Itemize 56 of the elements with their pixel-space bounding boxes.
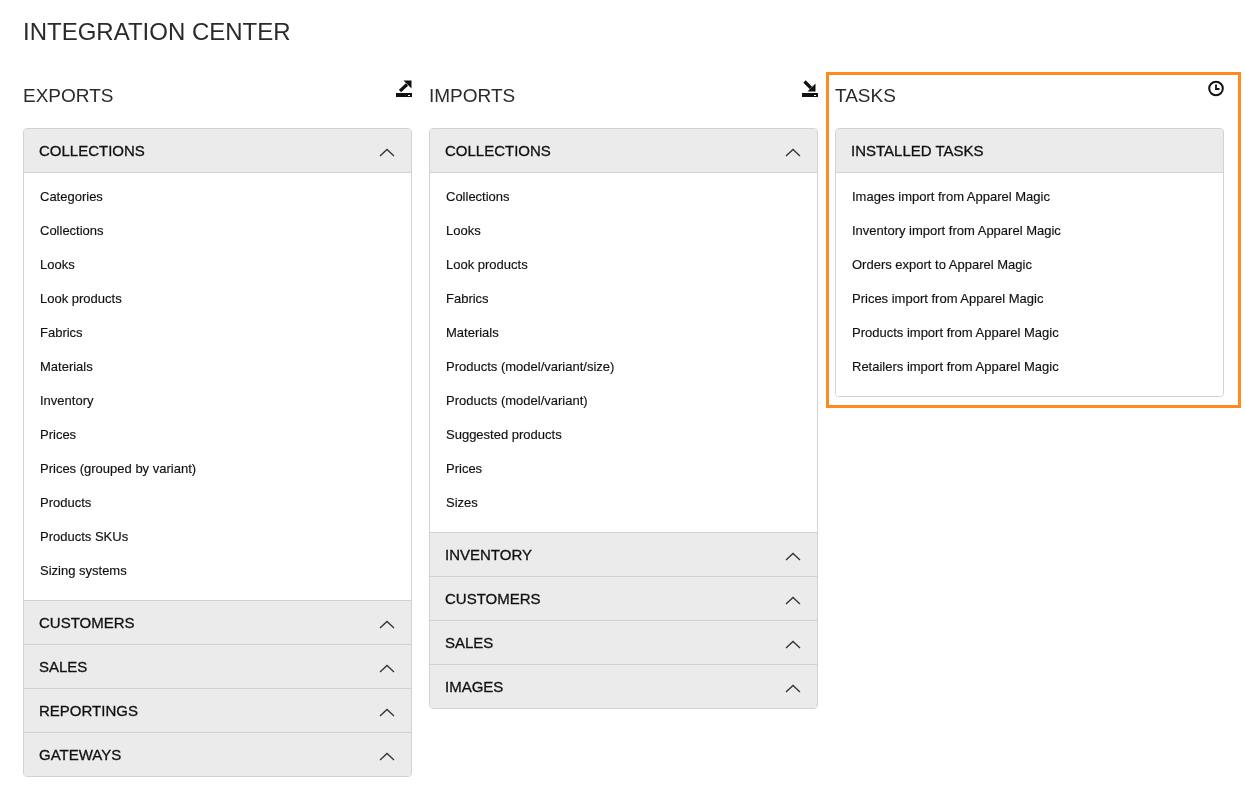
accordion-header[interactable]: SALES (24, 645, 411, 688)
list-item-link[interactable]: Inventory import from Apparel Magic (852, 214, 1207, 248)
chevron-up-icon (379, 147, 395, 157)
list-item-link[interactable]: Prices (grouped by variant) (40, 452, 395, 486)
chevron-up-icon (379, 707, 395, 717)
list-item-link[interactable]: Categories (40, 180, 395, 214)
accordion-header[interactable]: COLLECTIONS (430, 129, 817, 172)
list-item-link[interactable]: Prices (40, 418, 395, 452)
page-title: INTEGRATION CENTER (23, 17, 292, 47)
chevron-up-icon (379, 663, 395, 673)
accordion-header[interactable]: GATEWAYS (24, 733, 411, 776)
list-item-link[interactable]: Products (model/variant/size) (446, 350, 801, 384)
accordion-header[interactable]: CUSTOMERS (430, 577, 817, 620)
tray-arrow-in-icon[interactable] (802, 80, 818, 97)
panel-header: INSTALLED TASKS (836, 129, 1223, 172)
chevron-up-icon (785, 551, 801, 561)
list-item-link[interactable]: Look products (446, 248, 801, 282)
list-item-link[interactable]: Images import from Apparel Magic (852, 180, 1207, 214)
list-item-link[interactable]: Orders export to Apparel Magic (852, 248, 1207, 282)
list-item-link[interactable]: Inventory (40, 384, 395, 418)
list-item-link[interactable]: Sizing systems (40, 554, 395, 588)
list-item-link[interactable]: Look products (40, 282, 395, 316)
chevron-up-icon (785, 147, 801, 157)
accordion-header[interactable]: COLLECTIONS (24, 129, 411, 172)
accordion-header[interactable]: INVENTORY (430, 533, 817, 576)
list-item-link[interactable]: Products (40, 486, 395, 520)
tray-arrow-out-icon[interactable] (396, 80, 412, 97)
list-item-link[interactable]: Collections (446, 180, 801, 214)
section-heading: TASKS (835, 84, 896, 108)
list-item-link[interactable]: Looks (40, 248, 395, 282)
accordion-header[interactable]: SALES (430, 621, 817, 664)
list-item-link[interactable]: Sizes (446, 486, 801, 520)
list-item-link[interactable]: Fabrics (446, 282, 801, 316)
list-item-link[interactable]: Retailers import from Apparel Magic (852, 350, 1207, 384)
list-item-link[interactable]: Products (model/variant) (446, 384, 801, 418)
section-heading: EXPORTS (23, 84, 114, 108)
chevron-up-icon (379, 751, 395, 761)
list-item-link[interactable]: Fabrics (40, 316, 395, 350)
list-item-link[interactable]: Collections (40, 214, 395, 248)
clock-icon[interactable] (1208, 80, 1224, 97)
list-item-link[interactable]: Materials (40, 350, 395, 384)
list-item-link[interactable]: Products import from Apparel Magic (852, 316, 1207, 350)
list-item-link[interactable]: Materials (446, 316, 801, 350)
chevron-up-icon (785, 683, 801, 693)
list-item-link[interactable]: Suggested products (446, 418, 801, 452)
list-item-link[interactable]: Looks (446, 214, 801, 248)
list-item-link[interactable]: Prices import from Apparel Magic (852, 282, 1207, 316)
accordion-header[interactable]: IMAGES (430, 665, 817, 708)
chevron-up-icon (785, 595, 801, 605)
accordion-header[interactable]: CUSTOMERS (24, 601, 411, 644)
list-item-link[interactable]: Prices (446, 452, 801, 486)
accordion-header[interactable]: REPORTINGS (24, 689, 411, 732)
chevron-up-icon (379, 619, 395, 629)
section-heading: IMPORTS (429, 84, 516, 108)
chevron-up-icon (785, 639, 801, 649)
list-item-link[interactable]: Products SKUs (40, 520, 395, 554)
